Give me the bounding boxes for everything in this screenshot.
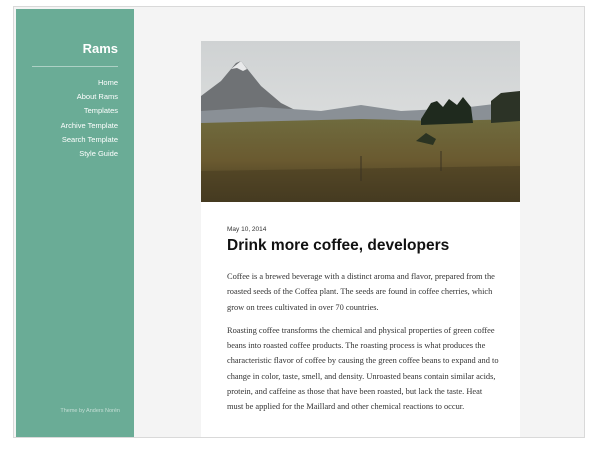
- post-date[interactable]: May 10, 2014: [227, 226, 266, 233]
- featured-image[interactable]: [201, 41, 520, 202]
- post-card: May 10, 2014 Drink more coffee, develope…: [201, 41, 520, 437]
- nav-item-home[interactable]: Home: [61, 76, 118, 90]
- nav-item-search-template[interactable]: Search Template: [61, 133, 118, 147]
- site-title[interactable]: Rams: [83, 41, 118, 56]
- sidebar-nav: Home About Rams Templates Archive Templa…: [61, 76, 118, 161]
- browser-frame: Rams Home About Rams Templates Archive T…: [13, 6, 585, 438]
- nav-item-style-guide[interactable]: Style Guide: [61, 147, 118, 161]
- nav-item-templates[interactable]: Templates: [61, 104, 118, 118]
- sidebar-divider: [32, 66, 118, 67]
- post-content: Coffee is a brewed beverage with a disti…: [227, 269, 499, 423]
- sidebar: Rams Home About Rams Templates Archive T…: [16, 9, 134, 437]
- post-paragraph: Coffee is a brewed beverage with a disti…: [227, 272, 495, 312]
- post-title[interactable]: Drink more coffee, developers: [227, 237, 449, 255]
- nav-item-archive-template[interactable]: Archive Template: [61, 119, 118, 133]
- nav-item-about-rams[interactable]: About Rams: [61, 90, 118, 104]
- theme-credit[interactable]: Theme by Anders Norén: [16, 408, 120, 414]
- post-paragraph: Roasting coffee transforms the chemical …: [227, 325, 499, 412]
